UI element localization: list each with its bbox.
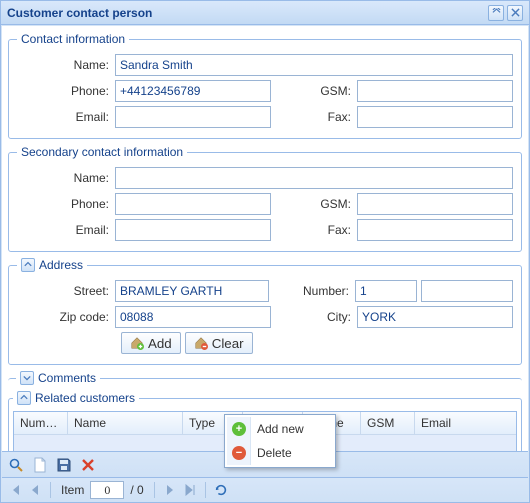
related-toggle-icon[interactable] xyxy=(17,391,31,405)
street-input[interactable] xyxy=(115,280,269,302)
refresh-icon xyxy=(214,483,228,497)
sec-gsm-label: GSM: xyxy=(289,197,357,211)
last-page-button[interactable] xyxy=(181,481,199,499)
panel-body: Contact information Name: Phone: GSM: Em… xyxy=(2,26,528,502)
comments-fieldset: Comments xyxy=(8,371,522,385)
email-input[interactable] xyxy=(115,106,271,128)
contact-fieldset: Contact information Name: Phone: GSM: Em… xyxy=(8,32,522,139)
zip-input[interactable] xyxy=(115,306,271,328)
email-label: Email: xyxy=(17,110,115,124)
refresh-button[interactable] xyxy=(212,481,230,499)
search-button[interactable] xyxy=(6,455,26,475)
city-input[interactable] xyxy=(357,306,513,328)
sec-email-label: Email: xyxy=(17,223,115,237)
prev-page-button[interactable] xyxy=(26,481,44,499)
number-extra-input[interactable] xyxy=(421,280,513,302)
close-icon[interactable] xyxy=(507,5,523,21)
fax-label: Fax: xyxy=(289,110,357,124)
page-number-input[interactable] xyxy=(90,481,124,499)
comments-legend: Comments xyxy=(16,371,100,385)
delete-icon: − xyxy=(232,446,246,460)
customer-contact-panel: Customer contact person Contact informat… xyxy=(0,0,530,503)
disk-icon xyxy=(56,457,72,473)
col-number[interactable]: Number xyxy=(14,412,68,434)
delete-button[interactable] xyxy=(78,455,98,475)
fax-input[interactable] xyxy=(357,106,513,128)
phone-label: Phone: xyxy=(17,84,115,98)
add-address-button[interactable]: Add xyxy=(121,332,181,354)
add-icon: + xyxy=(232,422,246,436)
sec-phone-label: Phone: xyxy=(17,197,115,211)
save-button[interactable] xyxy=(54,455,74,475)
name-input[interactable] xyxy=(115,54,513,76)
gsm-label: GSM: xyxy=(289,84,357,98)
comments-toggle-icon[interactable] xyxy=(20,371,34,385)
sec-phone-input[interactable] xyxy=(115,193,271,215)
house-add-icon xyxy=(130,336,144,350)
name-label: Name: xyxy=(17,58,115,72)
sec-email-input[interactable] xyxy=(115,219,271,241)
sec-name-label: Name: xyxy=(17,171,115,185)
house-clear-icon xyxy=(194,336,208,350)
address-legend: Address xyxy=(17,258,87,272)
secondary-legend: Secondary contact information xyxy=(17,145,187,159)
page-icon xyxy=(32,457,48,473)
x-icon xyxy=(80,457,96,473)
number-label: Number: xyxy=(287,284,355,298)
collapse-icon[interactable] xyxy=(488,5,504,21)
item-label: Item xyxy=(61,483,84,497)
phone-input[interactable] xyxy=(115,80,271,102)
menu-delete[interactable]: − Delete xyxy=(227,441,333,465)
address-fieldset: Address Street: Number: Zip code: City: xyxy=(8,258,522,365)
sec-name-input[interactable] xyxy=(115,167,513,189)
col-email[interactable]: Email xyxy=(415,412,516,434)
panel-header: Customer contact person xyxy=(1,1,529,25)
gsm-input[interactable] xyxy=(357,80,513,102)
number-input[interactable] xyxy=(355,280,417,302)
context-menu: + Add new − Delete xyxy=(224,414,336,468)
sec-gsm-input[interactable] xyxy=(357,193,513,215)
sec-fax-input[interactable] xyxy=(357,219,513,241)
col-gsm[interactable]: GSM xyxy=(361,412,415,434)
search-icon xyxy=(8,457,24,473)
new-button[interactable] xyxy=(30,455,50,475)
next-page-button[interactable] xyxy=(161,481,179,499)
total-label: / 0 xyxy=(130,483,143,497)
sec-fax-label: Fax: xyxy=(289,223,357,237)
related-legend: Related customers xyxy=(13,391,139,405)
street-label: Street: xyxy=(17,284,115,298)
address-toggle-icon[interactable] xyxy=(21,258,35,272)
contact-legend: Contact information xyxy=(17,32,129,46)
city-label: City: xyxy=(289,310,357,324)
zip-label: Zip code: xyxy=(17,310,115,324)
first-page-button[interactable] xyxy=(6,481,24,499)
col-name[interactable]: Name xyxy=(68,412,183,434)
menu-add-new[interactable]: + Add new xyxy=(227,417,333,441)
secondary-fieldset: Secondary contact information Name: Phon… xyxy=(8,145,522,252)
clear-address-button[interactable]: Clear xyxy=(185,332,253,354)
panel-title: Customer contact person xyxy=(7,6,485,20)
pager: Item / 0 xyxy=(2,477,528,502)
